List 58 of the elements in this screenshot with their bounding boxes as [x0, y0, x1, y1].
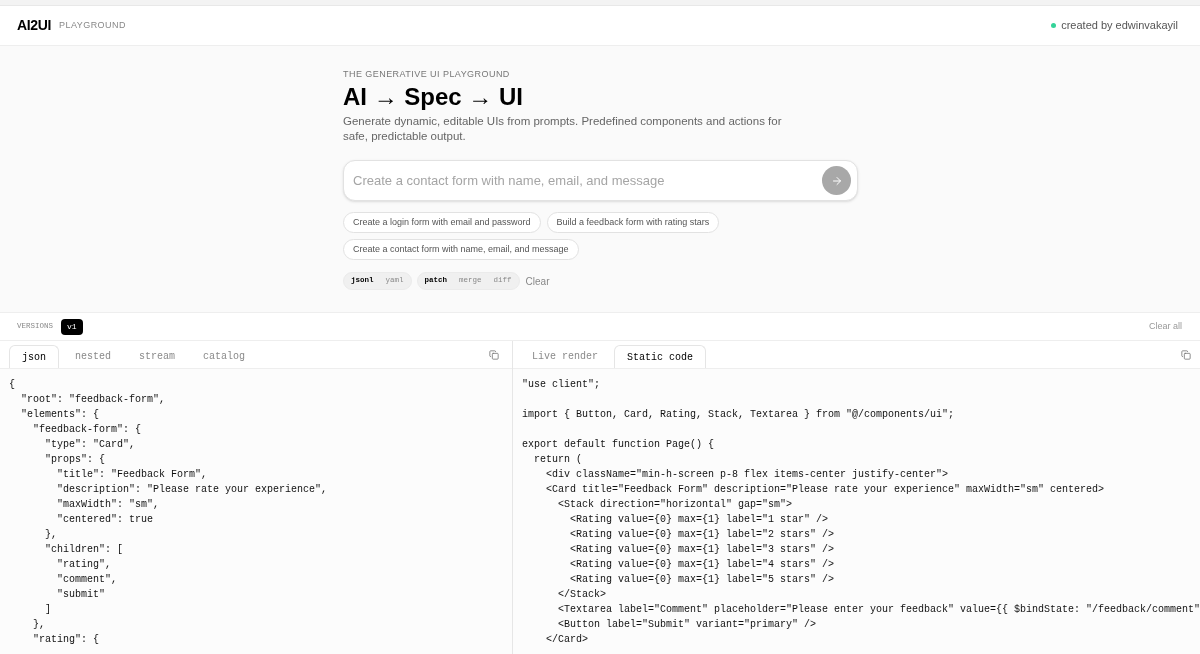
code-line: <Rating value={0} max={1} label="2 stars" />	[568, 528, 834, 542]
tab[interactable]: Live render	[519, 345, 610, 368]
submit-button[interactable]	[822, 166, 851, 195]
credit-text: created by edwinvakayil	[1061, 18, 1178, 34]
code-line: "rating": {	[32, 633, 99, 647]
code-line: "description": "Please rate your experience",	[56, 483, 328, 497]
version-chip[interactable]: v1	[61, 318, 83, 335]
page-title: AI → Spec → UI	[343, 82, 524, 112]
code-line: <Card title="Feedback Form" description="Please rate your experience" maxWidth="sm" centered>	[544, 483, 1104, 497]
code-line: "root": "feedback-form",	[20, 393, 166, 407]
code-line: <Stack direction="horizontal" gap="sm">	[556, 498, 792, 512]
code-line: "centered": true	[56, 513, 154, 527]
code-line: <Textarea label="Comment" placeholder="Please enter your feedback" value={{ $bindState: "/feedback/comment"	[556, 603, 1200, 617]
code-line: },	[44, 528, 57, 542]
code-line: </Card>	[544, 633, 588, 647]
arrow-right-icon	[830, 174, 843, 187]
code-line: "props": {	[44, 453, 105, 467]
clear-button[interactable]: Clear	[525, 273, 550, 289]
copy-icon[interactable]	[488, 350, 499, 360]
code-line: "title": "Feedback Form",	[56, 468, 208, 482]
code-line: "feedback-form": {	[32, 423, 142, 437]
code-line: },	[32, 618, 45, 632]
copy-icon[interactable]	[1181, 350, 1191, 360]
tab[interactable]: json	[9, 345, 59, 368]
code-line: <Rating value={0} max={1} label="3 stars" />	[568, 543, 834, 557]
tab[interactable]: stream	[127, 345, 188, 368]
subtitle: PLAYGROUND	[59, 18, 126, 32]
code-line: <Rating value={0} max={1} label="1 star" />	[568, 513, 828, 527]
code-line: "maxWidth": "sm",	[56, 498, 160, 512]
suggestion-chip[interactable]: Create a contact form with name, email, and message	[343, 239, 579, 260]
code-line: <Button label="Submit" variant="primary" />	[556, 618, 816, 632]
code-line: "submit"	[56, 588, 105, 602]
prompt-field[interactable]: Create a contact form with name, email, and message	[353, 170, 822, 191]
code-line: ]	[44, 603, 51, 617]
logo: AI2UI	[17, 16, 52, 35]
code-line: <Rating value={0} max={1} label="5 stars" />	[568, 573, 834, 587]
tab[interactable]: nested	[63, 345, 124, 368]
description-text: Generate dynamic, editable UIs from prompts. Predefined components and actions for safe, predictable output.	[343, 114, 783, 144]
prompt-box[interactable]: Create a contact form with name, email, and message	[343, 160, 858, 201]
code-line: "type": "Card",	[44, 438, 136, 452]
code-line: "elements": {	[20, 408, 99, 422]
code-line: </Stack>	[556, 588, 606, 602]
eyebrow-text: THE GENERATIVE UI PLAYGROUND	[343, 68, 510, 80]
code-line: "children": [	[44, 543, 124, 557]
suggestion-chip[interactable]: Create a login form with email and password	[343, 212, 541, 233]
code-line: "rating",	[56, 558, 112, 572]
code-line: "comment",	[56, 573, 118, 587]
code-line: return (	[532, 453, 582, 467]
suggestion-chip[interactable]: Build a feedback form with rating stars	[546, 212, 720, 233]
tab[interactable]: catalog	[191, 345, 258, 368]
code-line: import { Button, Card, Rating, Stack, Textarea } from "@/components/ui";	[521, 408, 954, 422]
clear-all-button[interactable]: Clear all	[1149, 319, 1183, 334]
code-line: <div className="min-h-screen p-8 flex items-center justify-center">	[544, 468, 948, 482]
tab[interactable]: Static code	[613, 345, 706, 368]
code-line: <Rating value={0} max={1} label="4 stars" />	[568, 558, 834, 572]
code-line: "use client";	[521, 378, 600, 392]
code-line: export default function Page() {	[521, 438, 714, 452]
code-line: {	[9, 378, 15, 392]
